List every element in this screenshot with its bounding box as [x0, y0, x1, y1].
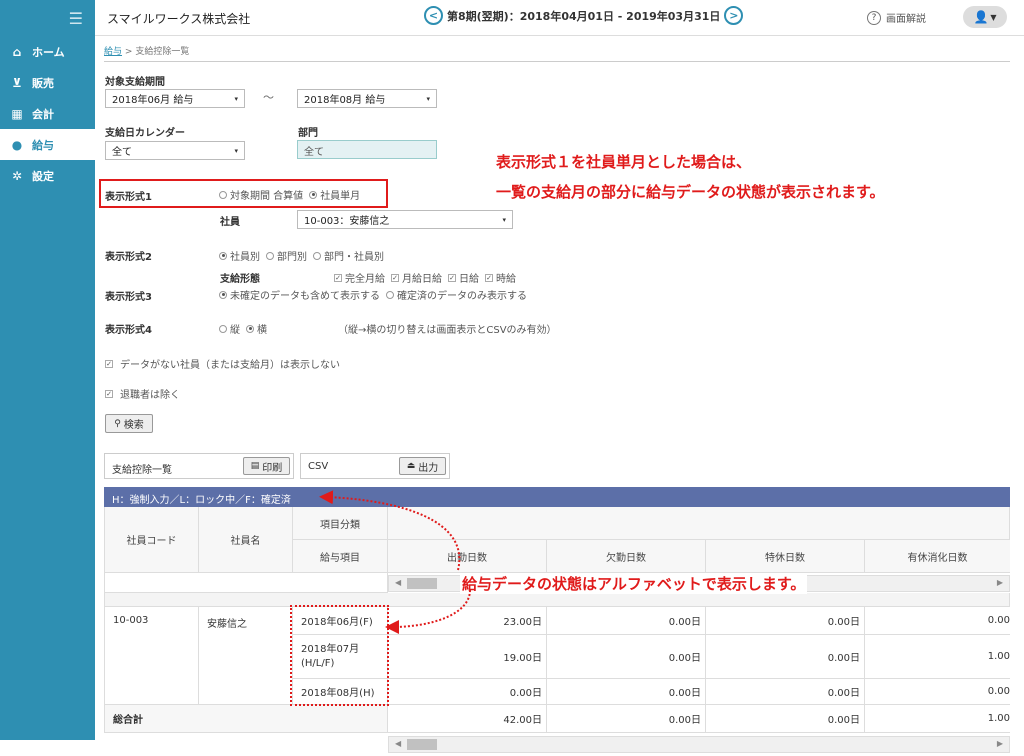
arrow-to-legend: [319, 490, 461, 571]
annotation-arrows: [319, 490, 471, 634]
arrow-to-month: [385, 589, 471, 634]
